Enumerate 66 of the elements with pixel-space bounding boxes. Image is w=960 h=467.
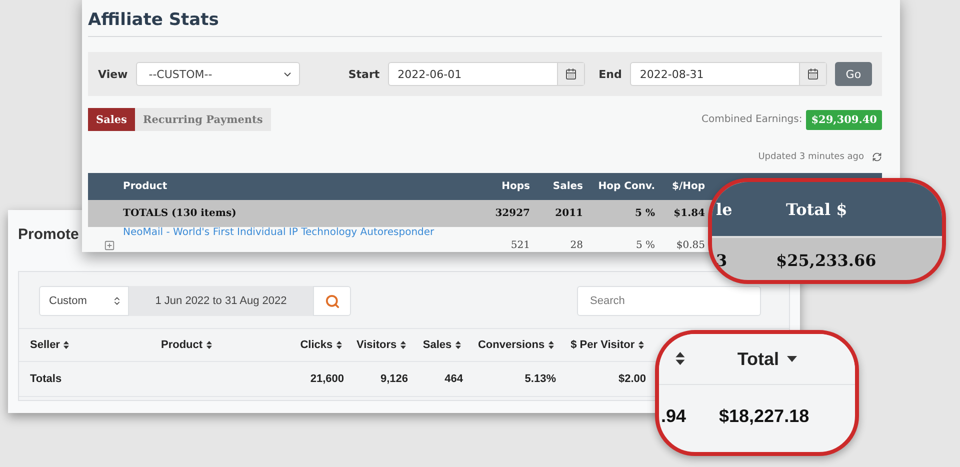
updated-text: Updated 3 minutes ago	[758, 152, 864, 162]
column-header: le	[715, 200, 734, 218]
totals-cell-text: 9,126	[379, 373, 409, 385]
column-header: Product	[123, 181, 168, 192]
start-label: Start	[348, 68, 380, 80]
end-label: End	[598, 68, 622, 80]
page-title: Affiliate Stats	[88, 0, 882, 37]
table-cell-text: $0.85	[675, 240, 706, 251]
column-header[interactable]: Product	[161, 339, 203, 351]
table-cell-text: .94	[660, 406, 688, 426]
column-header[interactable]: Visitors	[356, 339, 397, 351]
column-header: Hops	[500, 181, 531, 192]
total-value: $18,227.18	[719, 406, 810, 426]
totals-cell-text: $1.84	[672, 208, 706, 219]
refresh-icon[interactable]	[872, 152, 882, 162]
start-date-field[interactable]: 2022-06-01	[388, 62, 585, 86]
totals-cell-text: $2.00	[617, 373, 647, 385]
column-header[interactable]: Seller	[30, 339, 60, 351]
column-header: Hop Conv.	[597, 181, 656, 192]
expand-icon[interactable]	[104, 240, 115, 251]
column-header: Sales	[552, 181, 584, 192]
tab[interactable]: Recurring Payments	[134, 108, 271, 131]
table-cell-text: 28	[569, 240, 584, 251]
end-date-field[interactable]: 2022-08-31	[630, 62, 827, 86]
calendar-icon[interactable]	[806, 68, 819, 80]
column-header: Total $	[786, 200, 848, 218]
search-button[interactable]	[313, 286, 351, 316]
totals-cell-text: 21,600	[309, 373, 345, 385]
sort-icon[interactable]	[454, 341, 461, 349]
totals-cell-text: 464	[444, 373, 464, 385]
caret-down-icon	[787, 356, 798, 362]
table-cell-text: 521	[510, 240, 531, 251]
search-icon	[324, 294, 340, 308]
sort-icon[interactable]	[62, 341, 70, 349]
totals-cell-text: 2011	[554, 208, 584, 219]
sort-icon[interactable]	[548, 341, 554, 349]
section-title: Promote	[18, 226, 79, 243]
sort-icon[interactable]	[400, 341, 406, 349]
column-header[interactable]: Sales	[422, 339, 452, 351]
calendar-icon[interactable]	[564, 68, 577, 80]
date-range-field[interactable]: 1 Jun 2022 to 31 Aug 2022	[129, 286, 313, 316]
totals-cell-text: TOTALS (130 items)	[123, 208, 238, 219]
column-header[interactable]: Total	[737, 348, 780, 370]
table-cell-text: 5 %	[634, 240, 656, 251]
combined-earnings-label: Combined Earnings:	[701, 114, 802, 125]
totals-label: Totals	[29, 373, 63, 385]
totals-cell-text: 5 %	[634, 208, 656, 219]
range-select[interactable]: Custom	[39, 286, 129, 316]
view-label: View	[98, 68, 128, 80]
sort-icon[interactable]	[675, 352, 686, 364]
search-field[interactable]: Search	[577, 286, 761, 316]
totals-cell-text: 5.13%	[524, 373, 557, 385]
tab[interactable]: Sales	[88, 108, 135, 131]
sort-icon[interactable]	[336, 341, 342, 349]
total-value: $25,233.66	[776, 250, 876, 270]
sort-icon[interactable]	[638, 341, 644, 349]
go-button[interactable]: Go	[834, 62, 872, 86]
column-header: $/Hop	[670, 181, 706, 192]
view-select[interactable]: --CUSTOM--	[136, 62, 300, 86]
totals-cell-text: 32927	[494, 208, 531, 219]
column-header[interactable]: Conversions	[478, 339, 545, 351]
sort-icon[interactable]	[206, 341, 212, 349]
column-header[interactable]: $ Per Visitor	[570, 339, 635, 351]
earnings-badge: $29,309.40	[806, 110, 882, 130]
sort-icon	[112, 296, 122, 306]
column-header[interactable]: Clicks	[300, 339, 333, 351]
